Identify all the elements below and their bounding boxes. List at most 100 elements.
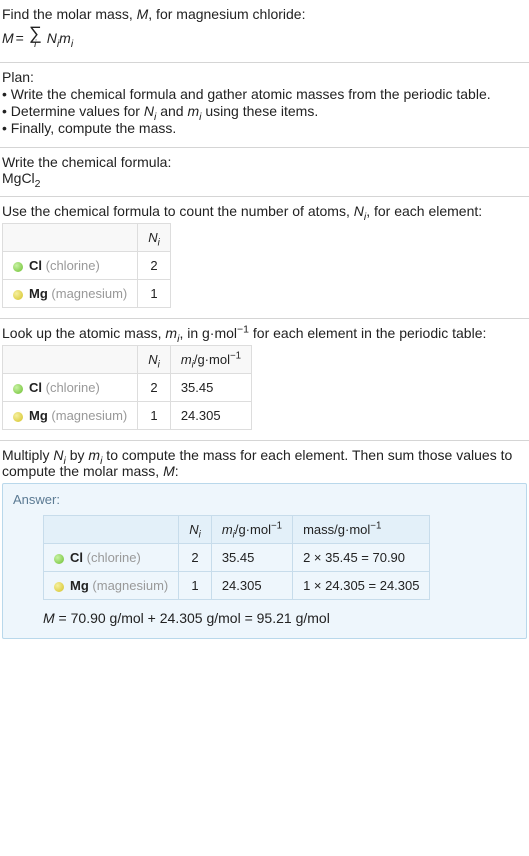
element-cell: Cl (chlorine) — [3, 252, 138, 280]
element-dot-icon — [13, 412, 23, 422]
element-name: (chlorine) — [46, 380, 100, 395]
compound-main: MgCl — [2, 170, 35, 186]
element-cell: Cl (chlorine) — [44, 544, 179, 572]
element-sym: Mg — [70, 578, 89, 593]
m-cell: 35.45 — [211, 544, 292, 572]
hdr-m-unit: /g·mol — [194, 352, 230, 367]
formula-section: Write the chemical formula: MgCl2 — [0, 148, 529, 197]
hdr-N-sub: i — [158, 360, 160, 371]
table-row: Cl (chlorine) 2 35.45 2 × 35.45 = 70.90 — [44, 544, 430, 572]
calc-cell: 1 × 24.305 = 24.305 — [293, 572, 430, 600]
ans-hdr-mass: mass/g·mol — [303, 522, 370, 537]
molar-mass-equation: M = ∑ i Nimi — [2, 24, 527, 52]
element-cell: Mg (magnesium) — [3, 280, 138, 308]
element-sym: Cl — [29, 258, 42, 273]
intro-section: Find the molar mass, M, for magnesium ch… — [0, 0, 529, 63]
element-sym: Cl — [70, 550, 83, 565]
table-row: Mg (magnesium) 1 24.305 — [3, 402, 252, 430]
plan-b2-a: • Determine values for — [2, 103, 144, 119]
N-hdr: N — [148, 230, 157, 245]
eq-N: N — [47, 30, 57, 46]
intro-text-a: Find the molar mass, — [2, 6, 137, 22]
table-row: Mg (magnesium) 1 24.305 1 × 24.305 = 24.… — [44, 572, 430, 600]
blank-header — [3, 224, 138, 252]
final-M: M — [43, 610, 55, 626]
sigma-icon: ∑ i — [29, 24, 42, 52]
eq-m-sub: i — [71, 38, 73, 50]
element-dot-icon — [54, 554, 64, 564]
plan-section: Plan: • Write the chemical formula and g… — [0, 63, 529, 148]
intro-M: M — [137, 6, 149, 22]
N-header: Ni — [179, 516, 212, 544]
mult-N: N — [53, 447, 63, 463]
m-header: mi/g·mol−1 — [211, 516, 292, 544]
element-name: (chlorine) — [46, 258, 100, 273]
n-cell: 2 — [138, 374, 171, 402]
eq-Nimi: Nimi — [47, 30, 73, 46]
count-cell: 2 — [138, 252, 171, 280]
intro-text-b: , for magnesium chloride: — [148, 6, 305, 22]
m-cell: 24.305 — [211, 572, 292, 600]
n-cell: 2 — [179, 544, 212, 572]
hdr-m-exp: −1 — [230, 351, 241, 362]
table-row: Cl (chlorine) 2 35.45 — [3, 374, 252, 402]
blank-header — [44, 516, 179, 544]
m-cell: 24.305 — [170, 402, 251, 430]
ans-hdr-m-unit: /g·mol — [235, 522, 271, 537]
plan-b2-N: N — [144, 103, 154, 119]
mult-M: M — [163, 463, 175, 479]
mult-b: by — [66, 447, 89, 463]
element-cell: Mg (magnesium) — [44, 572, 179, 600]
ans-hdr-N: N — [189, 522, 198, 537]
element-sym: Cl — [29, 380, 42, 395]
compound-sub: 2 — [35, 178, 41, 190]
m-header: mi/g·mol−1 — [170, 346, 251, 374]
mass-title-b: , in g·mol — [179, 325, 237, 341]
element-dot-icon — [13, 262, 23, 272]
N-hdr-sub: i — [158, 238, 160, 249]
count-table: Ni Cl (chlorine) 2 Mg (magnesium) 1 — [2, 223, 171, 308]
mass-title-a: Look up the atomic mass, — [2, 325, 165, 341]
chemical-formula: MgCl2 — [2, 170, 527, 186]
eq-equals: = — [16, 30, 24, 46]
mass-section: Look up the atomic mass, mi, in g·mol−1 … — [0, 319, 529, 441]
mass-table: Ni mi/g·mol−1 Cl (chlorine) 2 35.45 Mg (… — [2, 345, 252, 430]
ans-hdr-m-exp: −1 — [271, 521, 282, 532]
multiply-section: Multiply Ni by mi to compute the mass fo… — [0, 441, 529, 649]
N-header: Ni — [138, 346, 171, 374]
plan-b2-and: and — [156, 103, 187, 119]
element-dot-icon — [54, 582, 64, 592]
hdr-m: m — [181, 352, 192, 367]
plan-b2-m: m — [187, 103, 199, 119]
mass-title-m: m — [165, 325, 177, 341]
calc-cell: 2 × 35.45 = 70.90 — [293, 544, 430, 572]
mult-a: Multiply — [2, 447, 53, 463]
multiply-title: Multiply Ni by mi to compute the mass fo… — [2, 447, 527, 479]
element-name: (magnesium) — [51, 408, 127, 423]
plan-title: Plan: — [2, 69, 527, 85]
eq-m: m — [59, 30, 71, 46]
count-cell: 1 — [138, 280, 171, 308]
answer-label: Answer: — [13, 492, 516, 507]
ans-hdr-mass-exp: −1 — [370, 521, 381, 532]
n-cell: 1 — [179, 572, 212, 600]
element-dot-icon — [13, 290, 23, 300]
count-section: Use the chemical formula to count the nu… — [0, 197, 529, 319]
final-equation: M = 70.90 g/mol + 24.305 g/mol = 95.21 g… — [43, 610, 516, 626]
n-cell: 1 — [138, 402, 171, 430]
table-header-row: Ni mi/g·mol−1 mass/g·mol−1 — [44, 516, 430, 544]
table-row: Mg (magnesium) 1 — [3, 280, 171, 308]
table-header-row: Ni — [3, 224, 171, 252]
element-name: (chlorine) — [87, 550, 141, 565]
plan-bullet-2: • Determine values for Ni and mi using t… — [2, 103, 527, 119]
mult-m: m — [88, 447, 100, 463]
element-name: (magnesium) — [92, 578, 168, 593]
mass-title: Look up the atomic mass, mi, in g·mol−1 … — [2, 325, 527, 341]
final-eq-text: = 70.90 g/mol + 24.305 g/mol = 95.21 g/m… — [55, 610, 330, 626]
mass-header: mass/g·mol−1 — [293, 516, 430, 544]
answer-box: Answer: Ni mi/g·mol−1 mass/g·mol−1 Cl (c… — [2, 483, 527, 639]
m-cell: 35.45 — [170, 374, 251, 402]
count-title-a: Use the chemical formula to count the nu… — [2, 203, 354, 219]
count-title-N: N — [354, 203, 364, 219]
ans-hdr-m: m — [222, 522, 233, 537]
